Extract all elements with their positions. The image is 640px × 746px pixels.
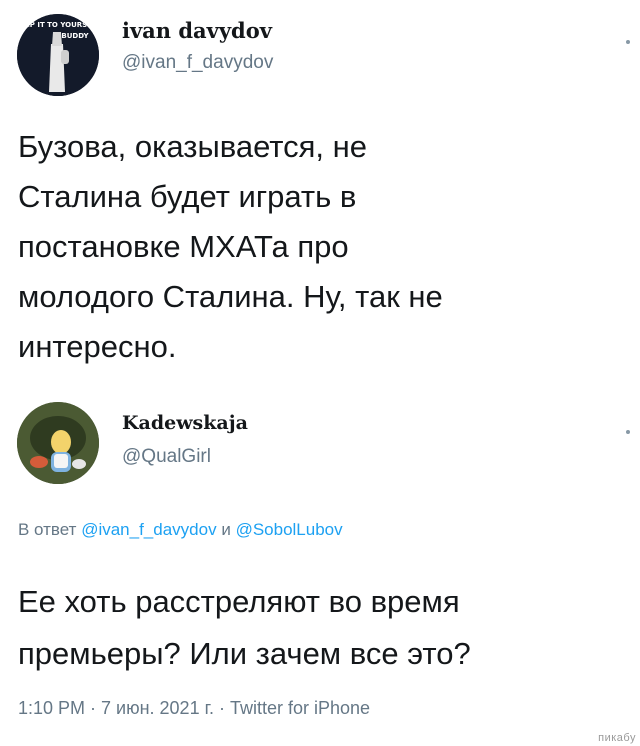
svg-text:BUDDY: BUDDY	[61, 32, 89, 40]
tweet-text: Бузова, оказывается, не Сталина будет иг…	[18, 129, 443, 364]
svg-text:KEEP IT TO YOURSELF: KEEP IT TO YOURSELF	[17, 21, 99, 29]
reply-joiner: и	[221, 520, 231, 539]
more-dots-icon[interactable]	[626, 40, 630, 44]
watermark: пикабу	[598, 732, 636, 744]
avatar-image	[17, 402, 99, 484]
tweet-meta: 1:10 PM · 7 июн. 2021 г. · Twitter for i…	[18, 698, 371, 718]
reply-handle-link[interactable]: @ivan_f_davydov	[81, 520, 216, 539]
tweet-text: Ее хоть расстреляют во время премьеры? И…	[18, 584, 471, 671]
more-dots-icon[interactable]	[626, 430, 630, 434]
author-display-name[interactable]: ivan davydov	[122, 18, 272, 43]
avatar[interactable]	[17, 402, 99, 484]
author-handle[interactable]: @QualGirl	[122, 446, 211, 468]
tweet-original: KEEP IT TO YOURSELF BUDDY ivan davydov @…	[0, 0, 640, 390]
reply-to-line: В ответ @ivan_f_davydov и @SobolLubov	[18, 520, 343, 540]
reply-prefix: В ответ	[18, 520, 77, 539]
reply-handle-link[interactable]: @SobolLubov	[236, 520, 343, 539]
author-display-name[interactable]: Kadewskaja	[122, 412, 248, 434]
tweet-reply: Kadewskaja @QualGirl В ответ @ivan_f_dav…	[0, 390, 640, 746]
author-handle[interactable]: @ivan_f_davydov	[122, 52, 273, 74]
avatar-image: KEEP IT TO YOURSELF BUDDY	[17, 14, 99, 96]
avatar[interactable]: KEEP IT TO YOURSELF BUDDY	[17, 14, 99, 96]
